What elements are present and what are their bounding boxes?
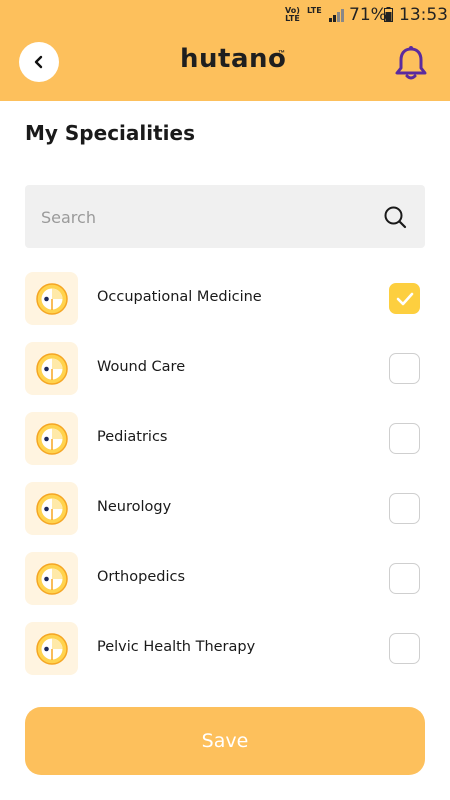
list-item[interactable]: Occupational Medicine — [0, 272, 450, 325]
speciality-icon — [25, 412, 78, 465]
speciality-icon — [25, 272, 78, 325]
volte-indicator: Vo) LTE — [285, 6, 300, 23]
notifications-button[interactable] — [390, 42, 432, 84]
speciality-icon — [25, 552, 78, 605]
speciality-checkbox[interactable] — [389, 283, 420, 314]
checkmark-icon — [396, 292, 414, 306]
battery-icon — [384, 7, 393, 22]
list-item[interactable]: Neurology — [0, 482, 450, 535]
speciality-checkbox[interactable] — [389, 493, 420, 524]
status-bar: Vo) LTE LTE 71% 13:53 — [0, 0, 450, 30]
bell-icon — [395, 46, 427, 80]
speciality-label: Wound Care — [97, 359, 186, 375]
speciality-checkbox[interactable] — [389, 563, 420, 594]
speciality-label: Occupational Medicine — [97, 289, 262, 305]
speciality-checkbox[interactable] — [389, 353, 420, 384]
app-logo: hutano — [180, 44, 287, 74]
battery-percent: 71% — [349, 5, 387, 25]
list-item[interactable]: Pediatrics — [0, 412, 450, 465]
save-button[interactable]: Save — [25, 707, 425, 775]
list-item[interactable]: Pelvic Health Therapy — [0, 622, 450, 675]
speciality-checkbox[interactable] — [389, 423, 420, 454]
list-item[interactable]: Wound Care — [0, 342, 450, 395]
search-box — [25, 185, 425, 250]
speciality-checkbox[interactable] — [389, 633, 420, 664]
search-icon[interactable] — [383, 205, 407, 229]
speciality-icon — [25, 622, 78, 675]
speciality-label: Pediatrics — [97, 429, 168, 445]
lte-indicator: LTE — [307, 6, 322, 15]
chevron-left-icon — [34, 55, 43, 69]
clock: 13:53 — [399, 5, 448, 25]
speciality-label: Pelvic Health Therapy — [97, 639, 256, 655]
app-header: Vo) LTE LTE 71% 13:53 hutano ™ — [0, 0, 450, 101]
speciality-icon — [25, 342, 78, 395]
search-input[interactable] — [39, 185, 373, 250]
logo-trademark: ™ — [278, 50, 285, 57]
list-item[interactable]: Orthopedics — [0, 552, 450, 605]
page-title: My Specialities — [25, 121, 195, 145]
speciality-icon — [25, 482, 78, 535]
signal-icon — [329, 9, 344, 22]
speciality-label: Orthopedics — [97, 569, 186, 585]
speciality-label: Neurology — [97, 499, 172, 515]
back-button[interactable] — [19, 42, 59, 82]
